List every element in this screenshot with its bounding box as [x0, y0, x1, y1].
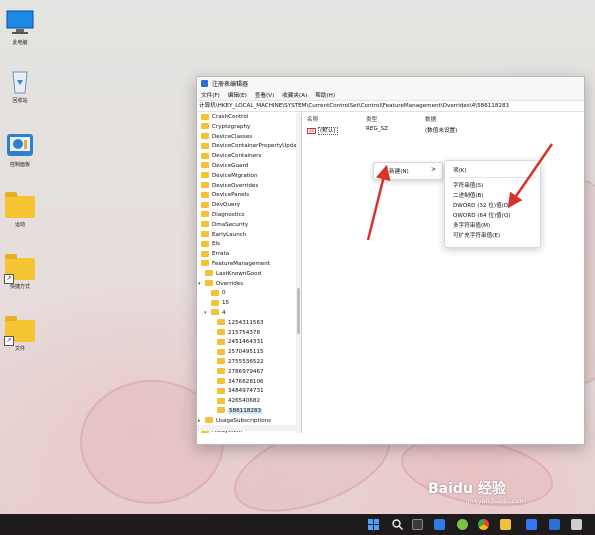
start-icon[interactable]	[368, 519, 379, 530]
store-icon[interactable]	[526, 519, 537, 530]
regedit-taskbar-icon[interactable]	[571, 519, 582, 530]
browser-icon[interactable]	[457, 519, 468, 530]
annotation-arrows	[366, 143, 554, 241]
annotation-arrow	[507, 143, 554, 209]
file-explorer-icon[interactable]	[500, 519, 511, 530]
task-view-icon[interactable]	[412, 519, 423, 530]
widgets-icon[interactable]	[434, 519, 445, 530]
search-icon[interactable]	[392, 519, 403, 530]
annotation-arrow	[366, 164, 391, 241]
settings-icon[interactable]	[549, 519, 560, 530]
chrome-icon[interactable]	[478, 519, 489, 530]
baidu-watermark: Baidu 经验	[428, 481, 506, 497]
taskbar	[0, 514, 595, 535]
watermark-url: jingyan.baidu.com	[466, 497, 526, 505]
